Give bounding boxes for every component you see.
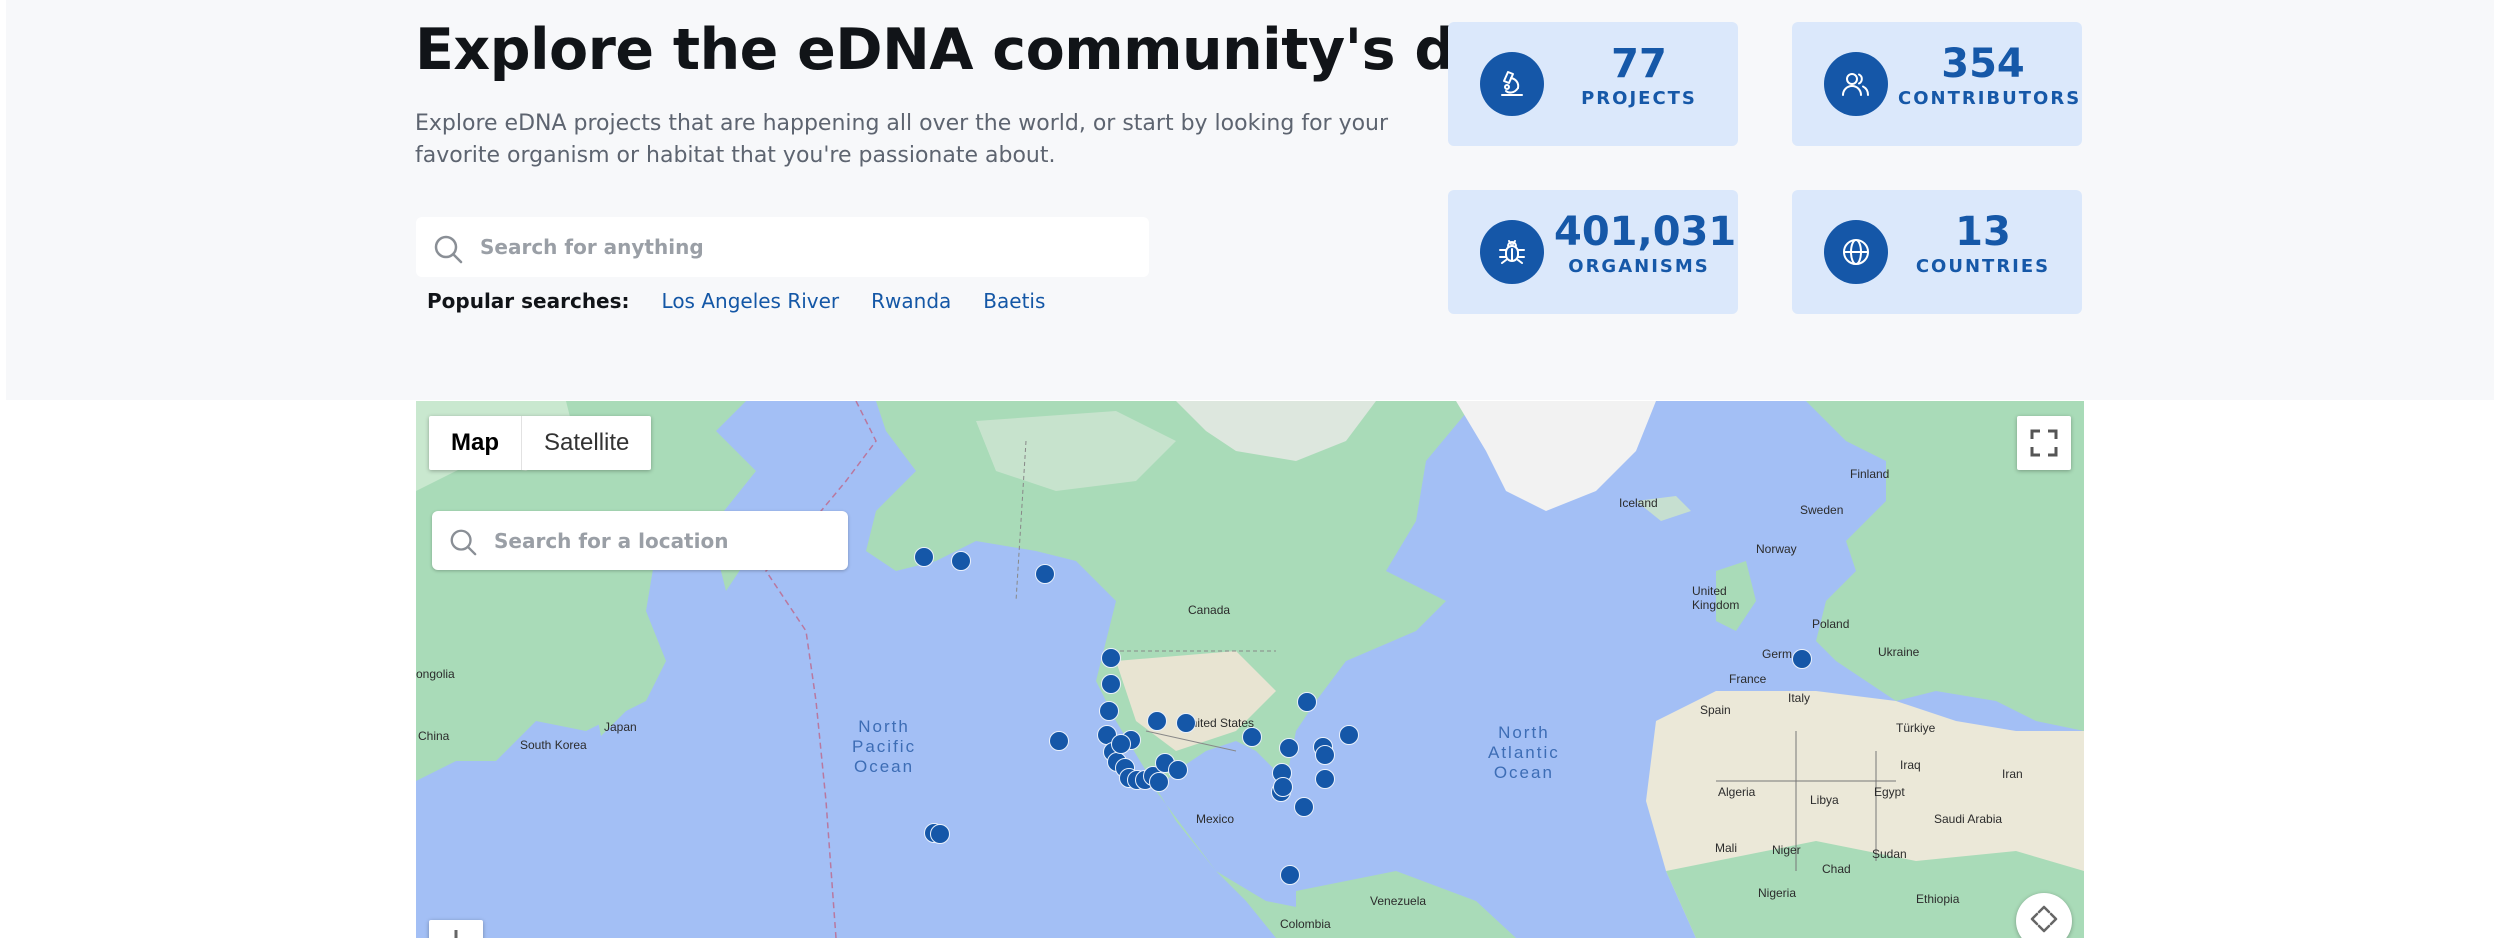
map-label-mexico: Mexico [1196, 812, 1235, 826]
map-label-italy: Italy [1788, 691, 1811, 705]
project-marker[interactable] [1168, 760, 1188, 780]
map-label-south-korea: South Korea [520, 738, 587, 752]
stat-label-organisms: ORGANISMS [1568, 256, 1710, 277]
project-marker[interactable] [1149, 772, 1169, 792]
bug-icon [1499, 240, 1525, 264]
map-label-saudi-arabia: Saudi Arabia [1934, 812, 2003, 826]
project-marker[interactable] [1279, 738, 1299, 758]
fullscreen-button[interactable] [2017, 416, 2071, 470]
users-icon [1842, 73, 1869, 96]
map-label-germany: Germ [1762, 647, 1792, 661]
map-label-north-atlantic-ocean: North Atlantic Ocean [1488, 723, 1560, 782]
project-marker[interactable] [1294, 797, 1314, 817]
project-marker[interactable] [1273, 777, 1293, 797]
page-title: Explore the eDNA community's data [415, 17, 1558, 83]
search-icon [434, 235, 463, 264]
map-label-venezuela: Venezuela [1370, 894, 1427, 908]
project-marker[interactable] [1101, 648, 1121, 668]
stat-value-projects: 77 [1611, 41, 1667, 87]
map-label-nigeria: Nigeria [1758, 886, 1797, 900]
global-search[interactable] [416, 217, 1149, 277]
map-label-spain: Spain [1700, 703, 1731, 717]
plus-icon [454, 930, 458, 938]
location-search-input[interactable] [494, 511, 830, 570]
map-label-poland: Poland [1812, 617, 1850, 631]
location-search[interactable] [432, 511, 848, 570]
global-search-input[interactable] [480, 217, 1133, 277]
map-label-chad: Chad [1822, 862, 1851, 876]
map-label-finland: Finland [1850, 467, 1890, 481]
stat-label-countries: COUNTRIES [1915, 256, 2051, 277]
project-marker[interactable] [1147, 711, 1167, 731]
map-label-niger: Niger [1772, 843, 1801, 857]
project-marker[interactable] [930, 824, 950, 844]
stat-card-countries: 13 COUNTRIES [1792, 190, 2082, 314]
project-marker[interactable] [1339, 725, 1359, 745]
map-label-united-kingdom: United Kingdom [1692, 584, 1740, 612]
project-marker[interactable] [1049, 731, 1069, 751]
page-subtitle: Explore eDNA projects that are happening… [415, 111, 1389, 168]
projects-map[interactable]: Finland Sweden Iceland Norway United Kin… [416, 401, 2084, 938]
stat-value-countries: 13 [1955, 209, 2011, 255]
project-marker[interactable] [1315, 745, 1335, 765]
project-marker[interactable] [1099, 701, 1119, 721]
map-label-egypt: Egypt [1874, 785, 1905, 799]
stat-value-contributors: 354 [1941, 41, 2025, 87]
map-label-sudan: Sudan [1872, 847, 1907, 861]
map-label-colombia: Colombia [1280, 917, 1331, 931]
map-label-iraq: Iraq [1900, 758, 1921, 772]
map-label-norway: Norway [1756, 542, 1797, 556]
map-label-china: China [418, 729, 450, 743]
map-label-turkiye: Türkiye [1896, 721, 1936, 735]
stat-label-projects: PROJECTS [1581, 88, 1697, 109]
map-label-japan: Japan [604, 720, 637, 734]
popular-link-baetis[interactable]: Baetis [983, 289, 1045, 313]
stat-value-organisms: 401,031 [1554, 209, 1737, 255]
stat-card-organisms: 401,031 ORGANISMS [1448, 190, 1738, 314]
project-marker[interactable] [914, 547, 934, 567]
project-marker[interactable] [951, 551, 971, 571]
popular-searches-label: Popular searches: [427, 289, 630, 313]
project-marker[interactable] [1176, 713, 1196, 733]
project-marker[interactable] [1101, 674, 1121, 694]
popular-link-los-angeles-river[interactable]: Los Angeles River [662, 289, 840, 313]
map-type-satellite-button[interactable]: Satellite [522, 416, 651, 470]
project-marker[interactable] [1035, 564, 1055, 584]
stat-card-projects: 77 PROJECTS [1448, 22, 1738, 146]
map-label-canada: Canada [1188, 603, 1231, 617]
map-label-mali: Mali [1715, 841, 1738, 855]
stat-card-contributors: 354 CONTRIBUTORS [1792, 22, 2082, 146]
search-icon [450, 529, 477, 556]
fullscreen-icon [2030, 429, 2058, 457]
project-marker[interactable] [1315, 769, 1335, 789]
map-label-france: France [1729, 672, 1767, 686]
map-tiles[interactable] [416, 401, 2084, 938]
map-label-iceland: Iceland [1619, 496, 1658, 510]
project-marker[interactable] [1297, 692, 1317, 712]
popular-searches: Popular searches: Los Angeles River Rwan… [427, 286, 1077, 316]
project-marker[interactable] [1792, 649, 1812, 669]
project-marker[interactable] [1111, 734, 1131, 754]
map-label-ukraine: Ukraine [1878, 645, 1920, 659]
zoom-in-button[interactable] [429, 920, 483, 938]
globe-icon [1843, 239, 1869, 265]
popular-link-rwanda[interactable]: Rwanda [871, 289, 951, 313]
map-label-mongolia: ongolia [416, 667, 455, 681]
move-arrows-icon [2030, 905, 2058, 933]
map-label-libya: Libya [1810, 793, 1839, 807]
map-type-map-button[interactable]: Map [429, 416, 521, 470]
project-marker[interactable] [1280, 865, 1300, 885]
map-label-iran: Iran [2002, 767, 2023, 781]
stat-label-contributors: CONTRIBUTORS [1898, 88, 2082, 109]
project-marker[interactable] [1242, 727, 1262, 747]
map-label-sweden: Sweden [1800, 503, 1844, 517]
microscope-icon [1501, 71, 1523, 96]
map-label-ethiopia: Ethiopia [1916, 892, 1960, 906]
map-label-north-pacific-ocean: North Pacific Ocean [852, 717, 917, 776]
map-type-toggle[interactable]: Map Satellite [429, 416, 652, 470]
map-label-algeria: Algeria [1718, 785, 1756, 799]
